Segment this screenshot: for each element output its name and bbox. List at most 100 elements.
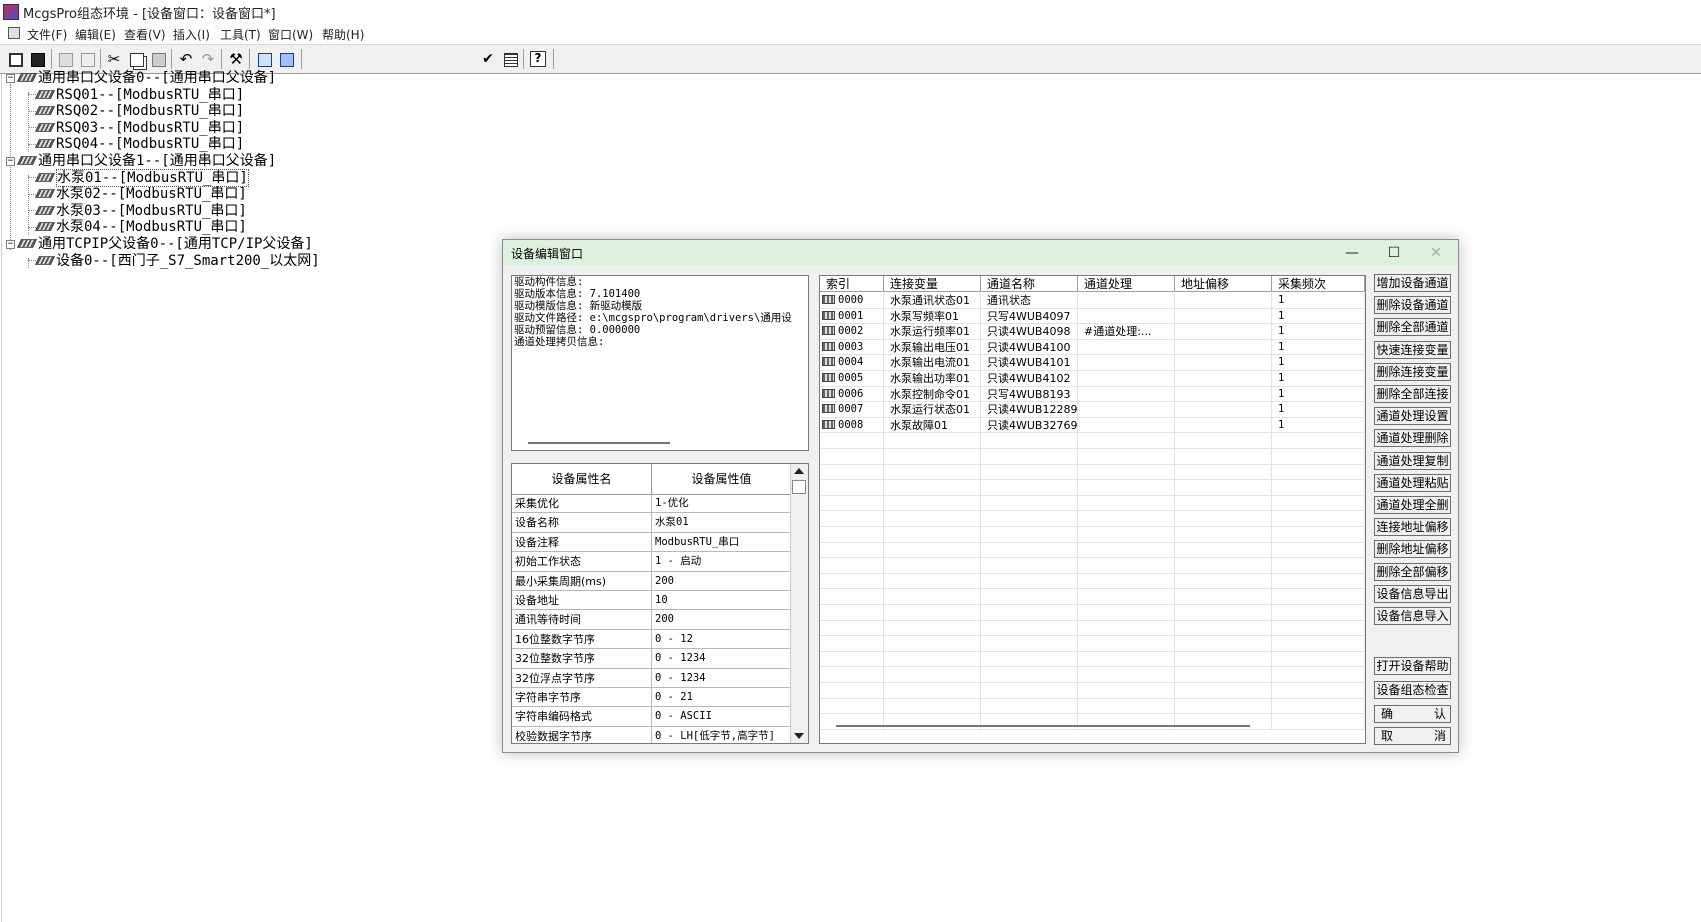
empty-channel-row[interactable] (820, 651, 1365, 668)
channel-row[interactable]: 0004 水泵输出电流01 只读4WUB4101 1 (820, 355, 1365, 371)
undo-icon[interactable]: ↶ (175, 48, 197, 70)
channel-row[interactable]: 0006 水泵控制命令01 只写4WUB8193 1 (820, 386, 1365, 403)
collapse-icon[interactable]: − (6, 157, 15, 166)
property-row[interactable]: 字符串字节序 0 - 21 (512, 688, 792, 708)
empty-channel-row[interactable] (820, 449, 1365, 465)
channel-row[interactable]: 0007 水泵运行状态01 只读4WUB12289 1 (820, 402, 1365, 418)
property-row[interactable]: 设备注释 ModbusRTU_串口 (512, 532, 792, 553)
property-value[interactable]: 0 - ASCII (652, 707, 792, 727)
device-window-icon[interactable] (253, 48, 275, 70)
channel-row[interactable]: 0000 水泵通讯状态01 通讯状态 1 (820, 293, 1365, 309)
property-row[interactable]: 16位整数字节序 0 - 12 (512, 629, 792, 650)
driver-info-box[interactable]: 驱动构件信息: 驱动版本信息: 7.101400 驱动模版信息: 新驱动模版 驱… (511, 275, 809, 451)
save-icon[interactable] (26, 48, 48, 70)
column-header-property-name[interactable]: 设备属性名 (512, 464, 652, 494)
action-button[interactable]: 增加设备通道 (1374, 274, 1451, 292)
action-button[interactable]: 打开设备帮助 (1374, 657, 1451, 675)
paste-icon[interactable] (147, 48, 169, 70)
action-button[interactable]: 设备信息导出 (1374, 584, 1451, 603)
empty-channel-row[interactable] (820, 636, 1365, 652)
property-value[interactable]: 0 - 21 (652, 688, 792, 707)
action-button[interactable]: 删除地址偏移 (1374, 540, 1451, 559)
ok-button[interactable]: 确认 (1374, 705, 1451, 723)
property-value[interactable]: ModbusRTU_串口 (652, 532, 792, 552)
empty-channel-row[interactable] (820, 433, 1365, 449)
vertical-scrollbar[interactable] (790, 464, 808, 743)
action-button[interactable]: 通道处理设置 (1374, 407, 1451, 426)
property-row[interactable]: 32位浮点字节序 0 - 1234 (512, 668, 792, 688)
column-header-channel-process[interactable]: 通道处理 (1078, 276, 1175, 292)
menu-view[interactable]: 查看(V) (124, 26, 166, 43)
channel-row[interactable]: 0001 水泵写频率01 只写4WUB4097 1 (820, 308, 1365, 325)
column-header-address-offset[interactable]: 地址偏移 (1175, 276, 1272, 292)
tree-parent-device[interactable]: 通用串口父设备0--[通用串口父设备] (16, 69, 276, 87)
tools-icon[interactable]: ⚒ (225, 48, 247, 70)
maximize-button[interactable]: ☐ (1374, 241, 1414, 265)
property-value[interactable]: 10 (652, 591, 792, 610)
property-value[interactable]: 0 - 1234 (652, 649, 792, 669)
scroll-up-icon[interactable] (794, 468, 804, 474)
empty-channel-row[interactable] (820, 464, 1365, 481)
tree-child-device[interactable]: 水泵04--[ModbusRTU_串口] (34, 218, 247, 236)
empty-channel-row[interactable] (820, 527, 1365, 543)
action-button[interactable]: 通道处理复制 (1374, 451, 1451, 470)
tree-parent-device[interactable]: 通用串口父设备1--[通用串口父设备] (16, 152, 276, 170)
collapse-icon[interactable]: − (6, 74, 15, 83)
close-button[interactable]: ✕ (1416, 241, 1456, 265)
menu-help[interactable]: 帮助(H) (322, 26, 364, 43)
action-button[interactable]: 删除设备通道 (1374, 296, 1451, 315)
property-row[interactable]: 校验数据字节序 0 - LH[低字节,高字节] (512, 726, 792, 743)
print-icon[interactable] (54, 48, 76, 70)
action-button[interactable]: 通道处理删除 (1374, 429, 1451, 448)
tree-parent-device[interactable]: 通用TCPIP父设备0--[通用TCP/IP父设备] (16, 235, 313, 253)
empty-channel-row[interactable] (820, 495, 1365, 512)
property-row[interactable]: 采集优化 1-优化 (512, 494, 792, 514)
minimize-button[interactable]: — (1332, 241, 1372, 265)
property-row[interactable]: 初始工作状态 1 - 启动 (512, 552, 792, 572)
property-value[interactable]: 0 - 1234 (652, 668, 792, 688)
property-value[interactable]: 1 - 启动 (652, 552, 792, 572)
action-button[interactable]: 连接地址偏移 (1374, 518, 1451, 537)
empty-channel-row[interactable] (820, 667, 1365, 683)
action-button[interactable]: 删除全部偏移 (1374, 562, 1451, 581)
channel-row[interactable]: 0008 水泵故障01 只读4WUB32769 1 (820, 417, 1365, 434)
empty-channel-row[interactable] (820, 620, 1365, 637)
action-button[interactable]: 通道处理全删 (1374, 496, 1451, 514)
horizontal-scrollbar[interactable] (528, 442, 670, 444)
redo-icon[interactable]: ↷ (197, 48, 219, 70)
property-value[interactable]: 0 - 12 (652, 629, 792, 649)
menu-edit[interactable]: 编辑(E) (75, 26, 116, 43)
empty-channel-row[interactable] (820, 714, 1365, 730)
property-row[interactable]: 设备地址 10 (512, 591, 792, 611)
channel-row[interactable]: 0002 水泵运行频率01 只读4WUB4098 #通道处理:... 1 (820, 324, 1365, 340)
tree-child-device[interactable]: RSQ04--[ModbusRTU_串口] (34, 135, 244, 153)
device-tool-icon[interactable] (275, 48, 297, 70)
empty-channel-row[interactable] (820, 683, 1365, 699)
empty-channel-row[interactable] (820, 573, 1365, 590)
empty-channel-row[interactable] (820, 589, 1365, 605)
property-row[interactable]: 通讯等待时间 200 (512, 610, 792, 630)
property-row[interactable]: 32位整数字节序 0 - 1234 (512, 649, 792, 669)
menu-tools[interactable]: 工具(T) (220, 26, 261, 43)
copy-icon[interactable] (125, 48, 147, 70)
channel-row[interactable]: 0005 水泵输出功率01 只读4WUB4102 1 (820, 371, 1365, 387)
action-button[interactable]: 通道处理粘贴 (1374, 473, 1451, 492)
column-header-variable[interactable]: 连接变量 (884, 276, 981, 292)
new-window-icon[interactable] (4, 48, 26, 70)
menu-window[interactable]: 窗口(W) (268, 26, 313, 43)
empty-channel-row[interactable] (820, 558, 1365, 574)
print-preview-icon[interactable] (76, 48, 98, 70)
cancel-button[interactable]: 取消 (1374, 727, 1451, 745)
action-button[interactable]: 设备组态检查 (1374, 681, 1451, 699)
column-header-channel-name[interactable]: 通道名称 (981, 276, 1078, 292)
empty-channel-row[interactable] (820, 542, 1365, 559)
tree-child-device[interactable]: 设备0--[西门子_S7_Smart200_以太网] (34, 252, 320, 270)
empty-channel-row[interactable] (820, 511, 1365, 527)
cut-icon[interactable]: ✂ (103, 48, 125, 70)
property-value[interactable]: 0 - LH[低字节,高字节] (652, 726, 792, 743)
scroll-thumb[interactable] (792, 480, 806, 494)
property-row[interactable]: 设备名称 水泵01 (512, 513, 792, 533)
menu-insert[interactable]: 插入(I) (173, 26, 210, 43)
help-icon[interactable]: ? (527, 48, 549, 70)
tree-child-device[interactable]: 水泵02--[ModbusRTU_串口] (34, 185, 247, 203)
